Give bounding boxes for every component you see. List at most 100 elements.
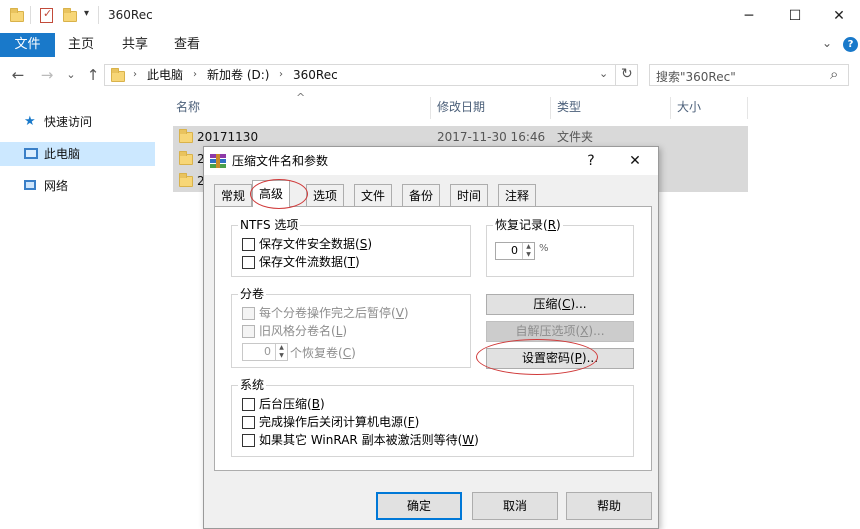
computer-icon [24, 148, 38, 159]
forward-button[interactable]: → [37, 64, 57, 86]
folder-icon [10, 8, 24, 22]
search-box[interactable]: 搜索"360Rec" ⌕ [649, 64, 849, 86]
checkbox-box[interactable] [242, 416, 255, 429]
recovery-volumes-spinner[interactable]: 0 ▲ ▼ [242, 343, 288, 361]
cancel-button[interactable]: 取消 [472, 492, 558, 520]
set-password-button[interactable]: 设置密码(P)... [486, 348, 634, 369]
access-key: T [347, 255, 356, 269]
address-dropdown-icon[interactable]: ⌄ [599, 67, 608, 80]
column-divider[interactable] [430, 97, 431, 119]
access-key: B [311, 397, 320, 411]
pause-after-volume-checkbox[interactable]: 每个分卷操作完之后暂停(V) [242, 304, 409, 322]
save-security-checkbox[interactable]: 保存文件安全数据(S) [242, 235, 372, 253]
nav-network-label: 网络 [44, 179, 69, 193]
wait-other-copies-checkbox[interactable]: 如果其它 WinRAR 副本被激活则等待(W) [242, 431, 479, 449]
column-date[interactable]: 修改日期 [437, 97, 485, 117]
tab-comment[interactable]: 注释 [498, 184, 537, 206]
column-size[interactable]: 大小 [677, 97, 701, 117]
checkbox-box[interactable] [242, 325, 255, 338]
recovery-percent-spinner[interactable]: 0 ▲ ▼ [495, 242, 535, 260]
old-style-names-checkbox[interactable]: 旧风格分卷名(L) [242, 322, 347, 340]
breadcrumb-360rec[interactable]: 360Rec [293, 65, 338, 85]
spin-arrows-icon[interactable]: ▲ ▼ [522, 243, 534, 259]
navigation-pane: ★ 快速访问 此电脑 网络 [0, 93, 160, 529]
dropdown-arrow-icon[interactable]: ▾ [84, 8, 89, 19]
star-icon: ★ [24, 114, 36, 129]
background-archiving-checkbox[interactable]: 后台压缩(B) [242, 395, 325, 413]
maximize-button[interactable]: ☐ [772, 4, 818, 28]
save-security-label: 保存文件安全数据 [259, 237, 356, 251]
access-key: L [335, 324, 343, 338]
tab-files[interactable]: 文件 [354, 184, 393, 206]
tab-time[interactable]: 时间 [450, 184, 489, 206]
tab-backup[interactable]: 备份 [402, 184, 441, 206]
dialog-title-bar[interactable]: 压缩文件名和参数 ? ✕ [204, 147, 658, 175]
dialog-help-button[interactable]: ? [578, 149, 604, 173]
save-streams-checkbox[interactable]: 保存文件流数据(T) [242, 253, 360, 271]
minimize-button[interactable]: ─ [726, 4, 772, 28]
checkbox-box[interactable] [242, 238, 255, 251]
search-icon[interactable]: ⌕ [830, 65, 838, 83]
breadcrumb-separator[interactable]: › [193, 65, 197, 85]
file-name: 20171130 [197, 130, 259, 144]
breadcrumb-separator[interactable]: › [279, 65, 283, 85]
refresh-icon[interactable]: ↻ [621, 66, 633, 82]
nav-network[interactable]: 网络 [0, 174, 155, 198]
tab-share[interactable]: 共享 [108, 33, 162, 57]
divider [615, 65, 616, 85]
column-name[interactable]: 名称 [176, 97, 200, 117]
checkbox-box[interactable] [242, 307, 255, 320]
column-divider[interactable] [670, 97, 671, 119]
close-button[interactable]: ✕ [816, 4, 860, 28]
divider [98, 6, 99, 24]
recent-locations-button[interactable]: ⌄ [61, 64, 81, 86]
up-button[interactable]: ↑ [83, 64, 103, 86]
nav-quick-access[interactable]: ★ 快速访问 [0, 110, 155, 134]
checkbox-box[interactable] [242, 398, 255, 411]
column-type[interactable]: 类型 [557, 97, 581, 117]
ok-button[interactable]: 确定 [376, 492, 462, 520]
volumes-group: 分卷 每个分卷操作完之后暂停(V) 旧风格分卷名(L) 0 ▲ ▼ 个恢复卷(C) [231, 287, 471, 368]
dialog-close-button[interactable]: ✕ [622, 149, 648, 173]
advanced-tab-panel: NTFS 选项 保存文件安全数据(S) 保存文件流数据(T) 恢复记录(R) 0… [214, 206, 652, 471]
tab-options[interactable]: 选项 [306, 184, 345, 206]
tab-general[interactable]: 常规 [214, 184, 253, 206]
checkbox-box[interactable] [242, 434, 255, 447]
breadcrumb-this-pc[interactable]: 此电脑 [147, 65, 183, 85]
help-icon[interactable]: ? [843, 37, 858, 52]
volumes-label: 分卷 [238, 287, 267, 301]
address-bar[interactable]: › 此电脑 › 新加卷 (D:) › 360Rec ⌄ ↻ [104, 64, 638, 86]
divider [30, 6, 31, 24]
ribbon-collapse-icon[interactable]: ⌄ [822, 36, 832, 50]
file-row[interactable]: 20171130 2017-11-30 16:46 文件夹 [173, 126, 748, 148]
tab-advanced[interactable]: 高级 [252, 180, 291, 207]
folder-icon [179, 129, 193, 143]
nav-this-pc[interactable]: 此电脑 [0, 142, 155, 166]
breadcrumb-separator[interactable]: › [133, 65, 137, 85]
nav-this-pc-label: 此电脑 [44, 147, 81, 161]
tab-file[interactable]: 文件 [0, 33, 55, 57]
breadcrumb-drive-d[interactable]: 新加卷 (D:) [207, 65, 269, 85]
search-input[interactable]: 搜索"360Rec" [656, 68, 736, 85]
file-date: 2017-11-30 16:46 [437, 130, 546, 144]
checkbox-box[interactable] [242, 256, 255, 269]
help-button[interactable]: 帮助 [566, 492, 652, 520]
winrar-icon [210, 154, 226, 168]
tab-home[interactable]: 主页 [54, 33, 108, 57]
power-off-checkbox[interactable]: 完成操作后关闭计算机电源(F) [242, 413, 419, 431]
compression-settings-button[interactable]: 压缩(C)... [486, 294, 634, 315]
recovery-value: 0 [511, 244, 518, 257]
archive-parameters-dialog: 压缩文件名和参数 ? ✕ 常规 高级 选项 文件 备份 时间 注释 NTFS 选… [203, 146, 659, 529]
system-label: 系统 [238, 378, 267, 392]
back-button[interactable]: ← [8, 64, 28, 86]
column-divider[interactable] [550, 97, 551, 119]
old-style-names-label: 旧风格分卷名 [259, 324, 332, 338]
title-bar: ✓ ▾ 360Rec ─ ☐ ✕ [0, 0, 860, 33]
tab-view[interactable]: 查看 [160, 33, 214, 57]
column-divider[interactable] [747, 97, 748, 119]
sfx-options-button[interactable]: 自解压选项(X)... [486, 321, 634, 342]
new-folder-icon[interactable] [63, 8, 77, 22]
properties-check-icon[interactable]: ✓ [40, 7, 53, 23]
ribbon-tabs: 文件 主页 共享 查看 ⌄ ? [0, 33, 860, 57]
spin-arrows-icon[interactable]: ▲ ▼ [275, 344, 287, 360]
